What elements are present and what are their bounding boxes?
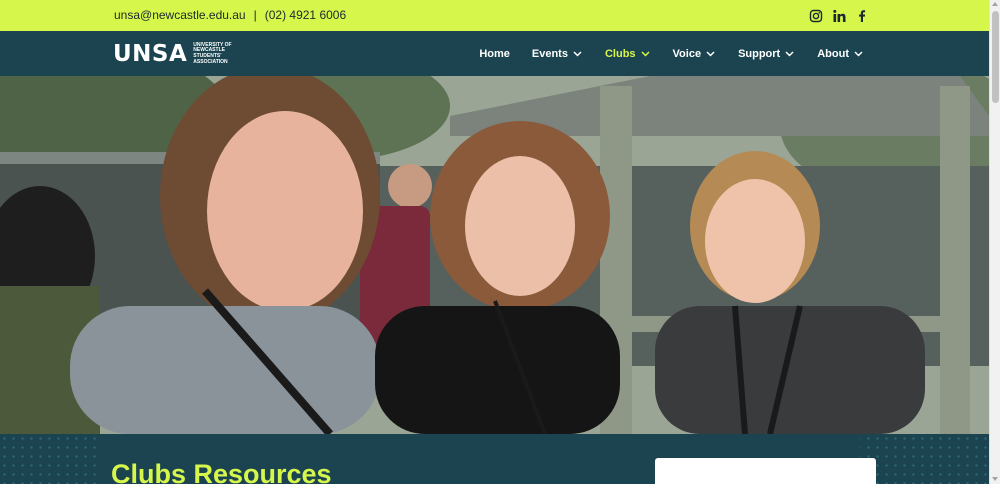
scroll-up-arrow-icon[interactable] (992, 2, 998, 6)
nav-about-label: About (817, 47, 849, 60)
nav-support-label: Support (738, 47, 781, 60)
email-link[interactable]: unsa@newcastle.edu.au (114, 8, 246, 22)
nav-clubs[interactable]: Clubs (605, 48, 651, 60)
chevron-down-icon (640, 48, 651, 59)
linkedin-icon[interactable] (832, 9, 846, 23)
logo-wordmark: UNSA (113, 41, 188, 67)
chevron-down-icon (705, 48, 716, 59)
top-contact-bar: unsa@newcastle.edu.au | (02) 4921 6006 (0, 0, 989, 31)
nav-events-label: Events (531, 47, 568, 60)
hero-illustration (0, 76, 989, 434)
main-navbar: UNSA University of Newcastle Students' A… (0, 31, 989, 76)
hero-photo (0, 76, 989, 434)
nav-home-label: Home (479, 47, 510, 60)
logo-subtitle: University of Newcastle Students' Associ… (193, 41, 232, 65)
unsa-logo[interactable]: UNSA University of Newcastle Students' A… (113, 41, 249, 67)
chevron-down-icon (853, 48, 864, 59)
contact-separator: | (253, 8, 257, 22)
nav-voice[interactable]: Voice (673, 48, 717, 60)
nav-voice-label: Voice (672, 47, 702, 60)
page-scrollbar[interactable] (989, 0, 1000, 484)
nav-about[interactable]: About (817, 48, 864, 60)
chevron-down-icon (784, 48, 795, 59)
primary-nav: Home Events Clubs Voice Support About (457, 31, 864, 76)
page-title: Clubs Resources (111, 459, 332, 484)
nav-events[interactable]: Events (532, 48, 583, 60)
scroll-thumb[interactable] (992, 11, 999, 103)
phone-link[interactable]: (02) 4921 6006 (265, 8, 346, 22)
facebook-icon[interactable] (855, 9, 869, 23)
nav-clubs-label: Clubs (604, 47, 636, 60)
clubs-resources-section: Clubs Resources (0, 434, 989, 484)
instagram-icon[interactable] (809, 9, 823, 23)
nav-home[interactable]: Home (479, 48, 510, 60)
chevron-down-icon (572, 48, 583, 59)
sidebar-card (655, 458, 876, 484)
scroll-down-arrow-icon[interactable] (992, 477, 998, 481)
contact-info: unsa@newcastle.edu.au | (02) 4921 6006 (114, 8, 346, 22)
nav-support[interactable]: Support (738, 48, 795, 60)
